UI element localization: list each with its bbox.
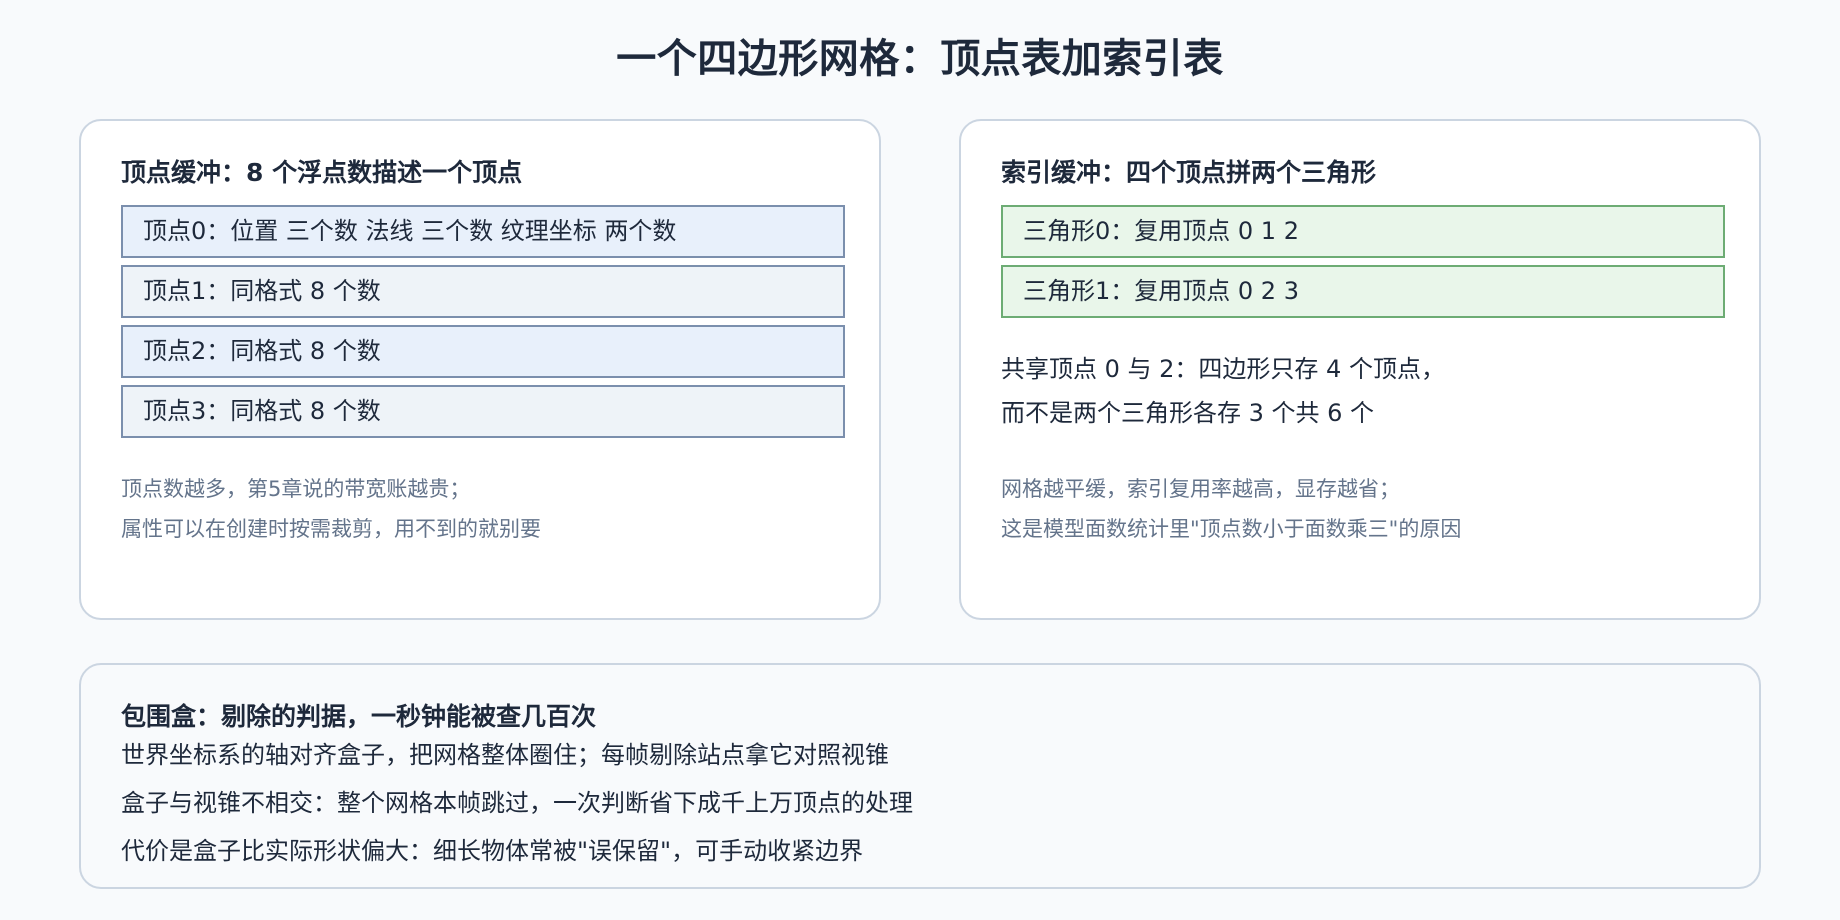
triangle-row-1: 三角形1：复用顶点 0 2 3 [1001, 265, 1725, 318]
vertex-note-line: 属性可以在创建时按需裁剪，用不到的就别要 [121, 517, 541, 541]
index-note-line: 这是模型面数统计里"顶点数小于面数乘三"的原因 [1001, 517, 1462, 541]
triangle-rows: 三角形0：复用顶点 0 1 2 三角形1：复用顶点 0 2 3 [1001, 205, 1725, 325]
vertex-notes: 顶点数越多，第5章说的带宽账越贵； 属性可以在创建时按需裁剪，用不到的就别要 [121, 469, 541, 549]
shared-line: 而不是两个三角形各存 3 个共 6 个 [1001, 399, 1375, 427]
page-title: 一个四边形网格：顶点表加索引表 [616, 36, 1224, 82]
shared-vertex-text: 共享顶点 0 与 2：四边形只存 4 个顶点， 而不是两个三角形各存 3 个共 … [1001, 347, 1445, 435]
shared-line: 共享顶点 0 与 2：四边形只存 4 个顶点， [1001, 355, 1445, 383]
bounding-box-lines: 世界坐标系的轴对齐盒子，把网格整体圈住；每帧剔除站点拿它对照视锥 盒子与视锥不相… [121, 731, 913, 875]
bounding-box-line: 世界坐标系的轴对齐盒子，把网格整体圈住；每帧剔除站点拿它对照视锥 [121, 741, 889, 769]
bounding-box-title: 包围盒：剔除的判据，一秒钟能被查几百次 [121, 702, 597, 731]
bounding-box-line: 盒子与视锥不相交：整个网格本帧跳过，一次判断省下成千上万顶点的处理 [121, 789, 913, 817]
bounding-box-line: 代价是盒子比实际形状偏大：细长物体常被"误保留"，可手动收紧边界 [121, 837, 864, 865]
vertex-rows: 顶点0：位置 三个数 法线 三个数 纹理坐标 两个数 顶点1：同格式 8 个数 … [121, 205, 845, 445]
index-buffer-panel: 索引缓冲：四个顶点拼两个三角形 三角形0：复用顶点 0 1 2 三角形1：复用顶… [959, 119, 1761, 620]
index-notes: 网格越平缓，索引复用率越高，显存越省； 这是模型面数统计里"顶点数小于面数乘三"… [1001, 469, 1461, 549]
vertex-row-3: 顶点3：同格式 8 个数 [121, 385, 845, 438]
vertex-row-1: 顶点1：同格式 8 个数 [121, 265, 845, 318]
vertex-row-2: 顶点2：同格式 8 个数 [121, 325, 845, 378]
index-note-line: 网格越平缓，索引复用率越高，显存越省； [1001, 477, 1400, 501]
vertex-buffer-panel: 顶点缓冲：8 个浮点数描述一个顶点 顶点0：位置 三个数 法线 三个数 纹理坐标… [79, 119, 881, 620]
triangle-row-0: 三角形0：复用顶点 0 1 2 [1001, 205, 1725, 258]
index-buffer-title: 索引缓冲：四个顶点拼两个三角形 [1001, 158, 1377, 187]
vertex-note-line: 顶点数越多，第5章说的带宽账越贵； [121, 477, 471, 501]
vertex-row-0: 顶点0：位置 三个数 法线 三个数 纹理坐标 两个数 [121, 205, 845, 258]
vertex-buffer-title: 顶点缓冲：8 个浮点数描述一个顶点 [121, 158, 523, 187]
bounding-box-panel: 包围盒：剔除的判据，一秒钟能被查几百次 世界坐标系的轴对齐盒子，把网格整体圈住；… [79, 663, 1761, 889]
